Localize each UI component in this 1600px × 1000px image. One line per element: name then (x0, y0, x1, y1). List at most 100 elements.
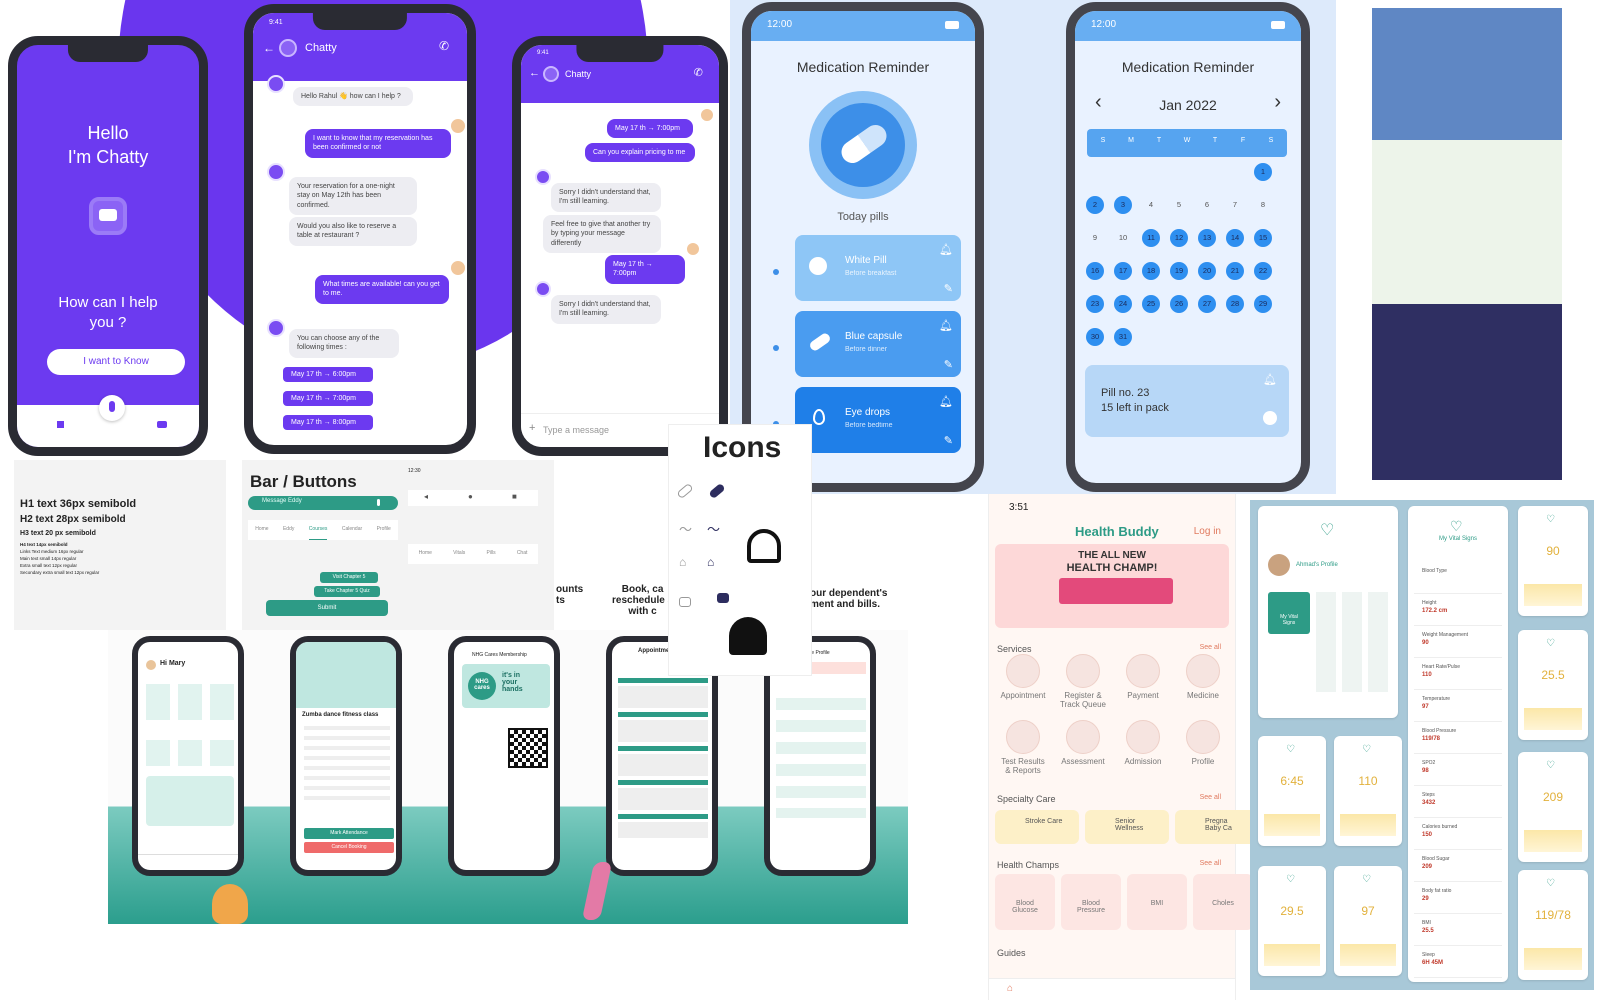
calendar-day[interactable]: 6 (1198, 196, 1216, 214)
service-item[interactable]: Medicine (1175, 654, 1231, 700)
tab-item[interactable]: Courses (308, 526, 328, 540)
health-champ-card[interactable]: Blood Pressure (1061, 874, 1121, 930)
calendar-day[interactable]: 7 (1226, 196, 1244, 214)
see-all-link[interactable]: See all (1200, 644, 1221, 651)
microphone-icon[interactable] (377, 499, 380, 506)
recent-icon[interactable]: ■ (512, 492, 517, 501)
time-slot-chip[interactable]: May 17 th → 7:00pm (283, 391, 373, 406)
tab-item[interactable]: Vitals (453, 550, 465, 564)
calendar-day[interactable]: 9 (1086, 229, 1104, 247)
next-month-icon[interactable]: › (1274, 91, 1281, 114)
vital-row[interactable]: Blood Pressure 119/78 (1414, 726, 1502, 754)
tab-item[interactable]: Home (419, 550, 432, 564)
calendar-day[interactable]: 20 (1198, 262, 1216, 280)
vital-row[interactable]: Blood Type (1414, 566, 1502, 594)
home-icon[interactable]: ● (468, 492, 473, 501)
specialty-chip[interactable]: Stroke Care (995, 810, 1079, 844)
pill-card[interactable]: White Pill Before breakfast 🔔︎ ✎ (795, 235, 961, 301)
vital-row[interactable]: Blood Sugar 209 (1414, 854, 1502, 882)
vital-tile-card[interactable]: ♡ 6:45 (1258, 736, 1326, 846)
calendar-day[interactable]: 21 (1226, 262, 1244, 280)
vital-row[interactable]: Heart Rate/Pulse 110 (1414, 662, 1502, 690)
calendar-day[interactable]: 27 (1198, 295, 1216, 313)
back-arrow-icon[interactable]: ← (263, 41, 275, 55)
service-item[interactable]: Register & Track Queue (1055, 654, 1111, 709)
calendar-day[interactable]: 8 (1254, 196, 1272, 214)
vital-tile-card[interactable]: ♡ 119/78 (1518, 870, 1588, 980)
calendar-day[interactable]: 19 (1170, 262, 1188, 280)
bell-icon[interactable]: 🔔︎ (1263, 373, 1277, 386)
calendar-day[interactable]: 23 (1086, 295, 1104, 313)
edit-icon[interactable]: ✎ (944, 282, 953, 295)
service-item[interactable]: Appointment (995, 654, 1051, 700)
calendar-day[interactable]: 15 (1254, 229, 1272, 247)
calendar-day[interactable]: 4 (1142, 196, 1160, 214)
edit-icon[interactable]: ✎ (944, 434, 953, 447)
see-all-link[interactable]: See all (1200, 860, 1221, 867)
bell-icon[interactable]: 🔔︎ (939, 319, 953, 332)
pill-info-card[interactable]: Pill no. 23 15 left in pack 🔔︎ (1085, 365, 1289, 437)
bell-icon[interactable]: 🔔︎ (939, 243, 953, 256)
vital-tile-card[interactable]: ♡ 90 (1518, 506, 1588, 616)
take-quiz-button[interactable]: Take Chapter 5 Quiz (314, 586, 380, 597)
calendar-day[interactable]: 1 (1254, 163, 1272, 181)
vital-row[interactable]: Weight Management 90 (1414, 630, 1502, 658)
calendar-day[interactable]: 30 (1086, 328, 1104, 346)
tab-item[interactable]: Calendar (342, 526, 362, 540)
calendar-day[interactable]: 29 (1254, 295, 1272, 313)
tab-item[interactable]: Eddy (283, 526, 294, 540)
tab-item[interactable]: Chat (517, 550, 528, 564)
microphone-button[interactable] (99, 395, 125, 421)
vital-row[interactable]: Height 172.2 cm (1414, 598, 1502, 626)
want-to-know-button[interactable]: I want to Know (47, 349, 185, 375)
vital-row[interactable]: Body fat ratio 29 (1414, 886, 1502, 914)
submit-button[interactable]: Submit (266, 600, 388, 616)
time-slot-chip[interactable]: May 17 th → 8:00pm (283, 415, 373, 430)
calendar-day[interactable]: 18 (1142, 262, 1160, 280)
calendar-day[interactable]: 14 (1226, 229, 1244, 247)
calendar-day[interactable]: 26 (1170, 295, 1188, 313)
calendar-day[interactable]: 22 (1254, 262, 1272, 280)
login-link[interactable]: Log in (1194, 526, 1221, 537)
promo-banner[interactable]: THE ALL NEW HEALTH CHAMP! (995, 544, 1229, 628)
calendar-day[interactable]: 12 (1170, 229, 1188, 247)
tab-item[interactable]: Profile (377, 526, 391, 540)
calendar-day[interactable]: 17 (1114, 262, 1132, 280)
vital-row[interactable]: BMI 25.5 (1414, 918, 1502, 946)
pill-card[interactable]: Eye drops Before bedtime 🔔︎ ✎ (795, 387, 961, 453)
vital-row[interactable]: SPO2 98 (1414, 758, 1502, 786)
service-item[interactable]: Assessment (1055, 720, 1111, 766)
calendar-day[interactable]: 24 (1114, 295, 1132, 313)
calendar-day[interactable]: 3 (1114, 196, 1132, 214)
health-champ-card[interactable]: BMI (1127, 874, 1187, 930)
tab-item[interactable]: Pills (486, 550, 495, 564)
service-item[interactable]: Admission (1115, 720, 1171, 766)
calendar-day[interactable]: 2 (1086, 196, 1104, 214)
plus-icon[interactable]: + (529, 422, 535, 434)
vital-row[interactable]: Sleep 6H 45M (1414, 950, 1502, 978)
back-icon[interactable]: ◂ (424, 492, 428, 501)
bell-icon[interactable]: 🔔︎ (939, 395, 953, 408)
vital-tile-card[interactable]: ♡ 110 (1334, 736, 1402, 846)
grid-icon[interactable] (57, 421, 64, 428)
vital-tile-card[interactable]: ♡ 25.5 (1518, 630, 1588, 740)
check-icon[interactable] (1263, 411, 1277, 425)
mark-attendance-button[interactable]: Mark Attendance (304, 828, 394, 839)
service-item[interactable]: Test Results & Reports (995, 720, 1051, 775)
tab-item[interactable]: Home (255, 526, 268, 540)
specialty-chip[interactable]: Senior Wellness (1085, 810, 1169, 844)
specialty-chip[interactable]: Pregna Baby Ca (1175, 810, 1259, 844)
service-item[interactable]: Payment (1115, 654, 1171, 700)
chat-icon[interactable] (157, 421, 167, 428)
calendar-day[interactable]: 31 (1114, 328, 1132, 346)
calendar-day[interactable]: 16 (1086, 262, 1104, 280)
calendar-day[interactable]: 5 (1170, 196, 1188, 214)
health-champ-card[interactable]: Blood Glucose (995, 874, 1055, 930)
calendar-day[interactable]: 10 (1114, 229, 1132, 247)
pill-card[interactable]: Blue capsule Before dinner 🔔︎ ✎ (795, 311, 961, 377)
vital-tile-card[interactable]: ♡ 97 (1334, 866, 1402, 976)
time-slot-chip[interactable]: May 17 th → 6:00pm (283, 367, 373, 382)
vital-signs-tile[interactable]: My Vital Signs (1268, 592, 1310, 634)
vital-row[interactable]: Steps 3432 (1414, 790, 1502, 818)
calendar-day[interactable]: 25 (1142, 295, 1160, 313)
